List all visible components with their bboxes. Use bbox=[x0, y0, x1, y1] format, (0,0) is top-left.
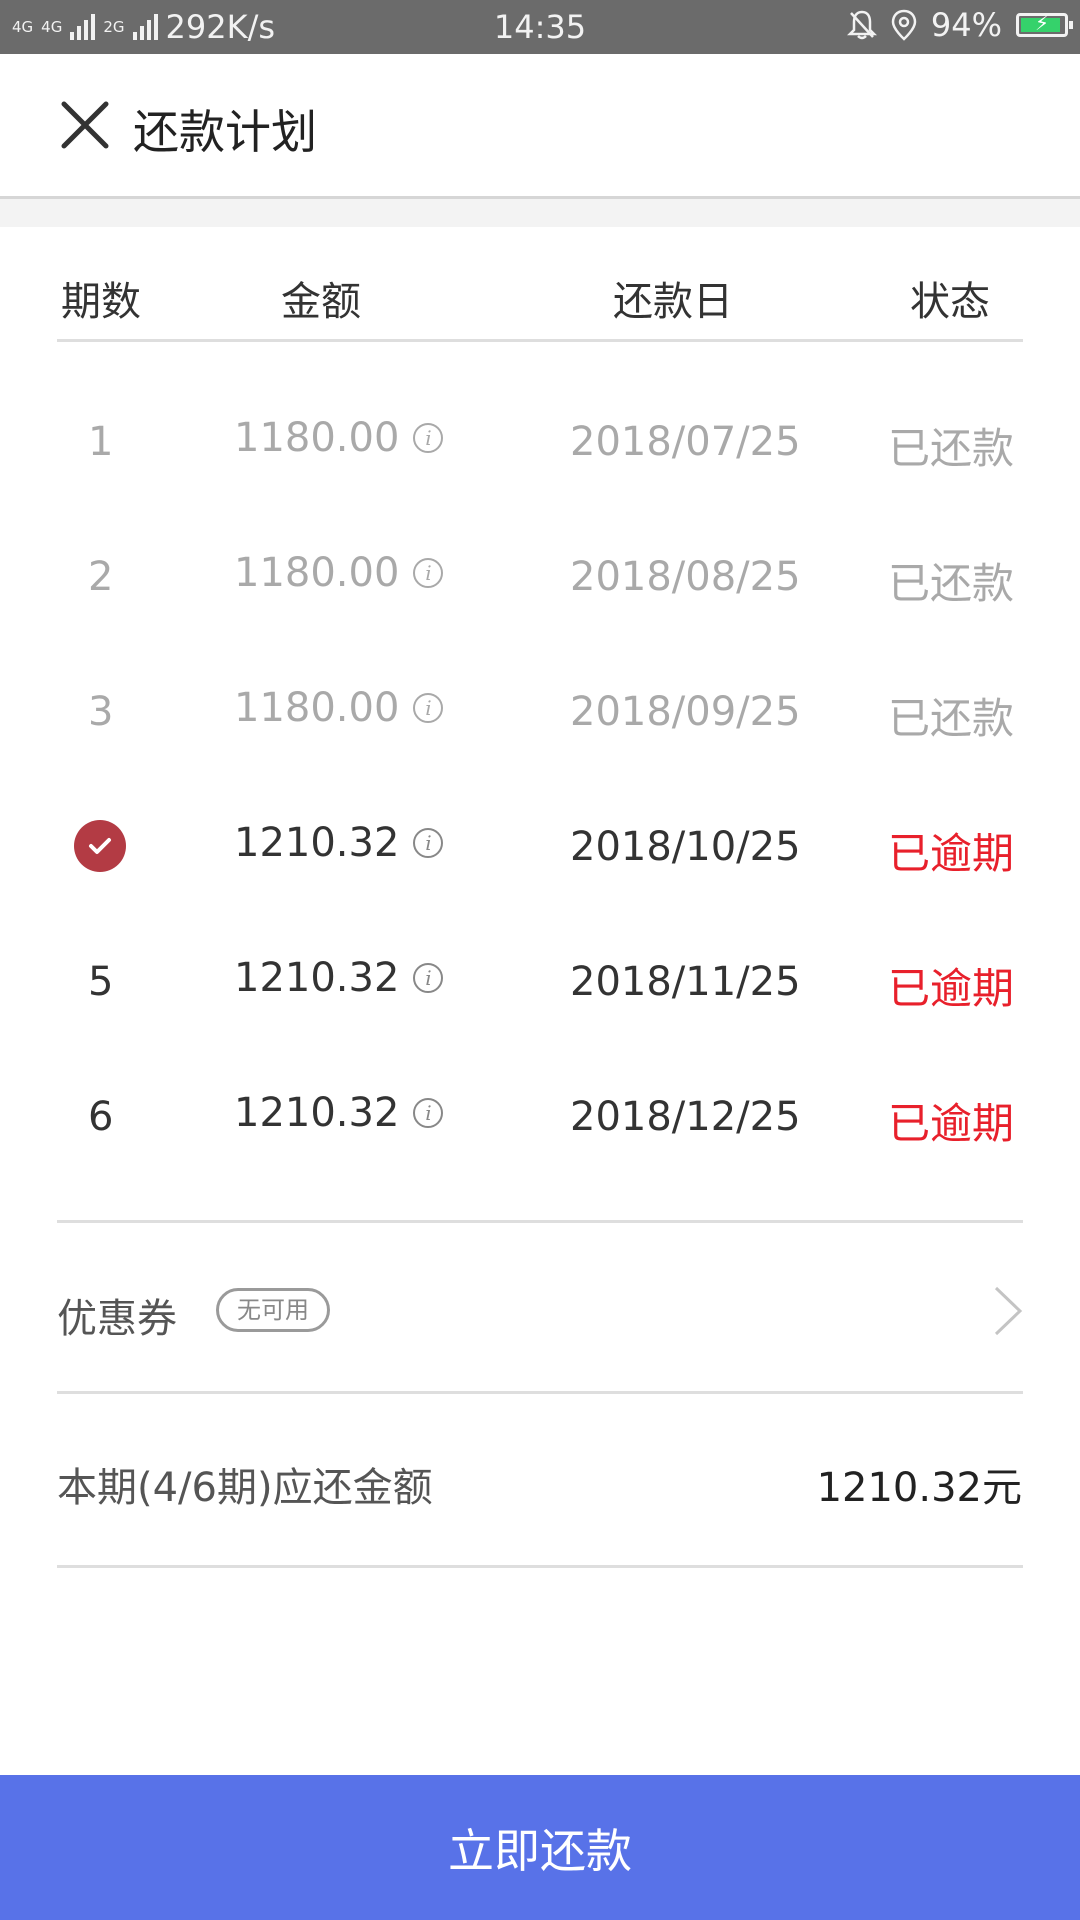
chevron-right-icon[interactable] bbox=[990, 1284, 1026, 1338]
row-period: 3 bbox=[88, 689, 114, 735]
row-amount: 1180.00 i bbox=[234, 685, 444, 731]
due-amount-value: 1210.32元 bbox=[816, 1465, 1022, 1511]
pay-now-button[interactable]: 立即还款 bbox=[0, 1775, 1080, 1920]
row-amount: 1180.00 i bbox=[234, 415, 444, 461]
section-gap bbox=[0, 199, 1080, 227]
coupon-status-badge: 无可用 bbox=[216, 1288, 330, 1332]
coupon-label: 优惠券 bbox=[57, 1296, 177, 1342]
row-period: 5 bbox=[88, 959, 114, 1005]
status-bar: 4G 4G 2G 292K/s 14:35 94% ⚡ bbox=[0, 0, 1080, 54]
status-icons: 94% ⚡ bbox=[846, 6, 1073, 44]
row-amount: 1210.32 i bbox=[234, 1090, 444, 1136]
row-status: 已还款 bbox=[888, 559, 1015, 608]
row-date: 2018/10/25 bbox=[570, 824, 801, 870]
table-row[interactable]: 6 1210.32 i 2018/12/25 已逾期 bbox=[0, 1050, 1080, 1185]
table-row[interactable]: 5 1210.32 i 2018/11/25 已逾期 bbox=[0, 915, 1080, 1050]
close-icon[interactable] bbox=[58, 98, 112, 152]
row-amount: 1180.00 i bbox=[234, 550, 444, 596]
row-amount: 1210.32 i bbox=[234, 820, 444, 866]
divider bbox=[57, 1391, 1023, 1394]
column-header-period: 期数 bbox=[61, 279, 141, 325]
column-header-status: 状态 bbox=[910, 279, 990, 325]
row-date: 2018/08/25 bbox=[570, 554, 801, 600]
due-amount-label: 本期(4/6期)应还金额 bbox=[57, 1465, 433, 1511]
row-period: 2 bbox=[88, 554, 114, 600]
row-status: 已逾期 bbox=[888, 964, 1015, 1013]
row-period: 1 bbox=[88, 419, 114, 465]
row-period: 6 bbox=[88, 1094, 114, 1140]
row-amount: 1210.32 i bbox=[234, 955, 444, 1001]
table-row[interactable]: 2 1180.00 i 2018/08/25 已还款 bbox=[0, 510, 1080, 645]
column-header-date: 还款日 bbox=[613, 279, 733, 325]
divider bbox=[57, 1565, 1023, 1568]
row-status: 已还款 bbox=[888, 694, 1015, 743]
table-row[interactable]: 1 1180.00 i 2018/07/25 已还款 bbox=[0, 375, 1080, 510]
divider bbox=[57, 1220, 1023, 1223]
battery-percent: 94% bbox=[930, 6, 1002, 44]
row-status: 已还款 bbox=[888, 424, 1015, 473]
app-header: 还款计划 bbox=[0, 54, 1080, 199]
row-date: 2018/09/25 bbox=[570, 689, 801, 735]
column-header-amount: 金额 bbox=[281, 279, 361, 325]
info-icon[interactable]: i bbox=[413, 1098, 444, 1128]
row-date: 2018/11/25 bbox=[570, 959, 801, 1005]
table-row-selected[interactable]: 1210.32 i 2018/10/25 已逾期 bbox=[0, 780, 1080, 915]
location-icon bbox=[891, 9, 917, 41]
row-date: 2018/07/25 bbox=[570, 419, 801, 465]
table-header: 期数 金额 还款日 状态 bbox=[57, 227, 1023, 342]
info-icon[interactable]: i bbox=[413, 828, 444, 858]
row-date: 2018/12/25 bbox=[570, 1094, 801, 1140]
battery-charging-icon: ⚡ bbox=[1016, 11, 1073, 37]
mute-icon bbox=[846, 10, 877, 40]
checkmark-icon[interactable] bbox=[74, 820, 126, 872]
info-icon[interactable]: i bbox=[413, 963, 444, 993]
info-icon[interactable]: i bbox=[413, 558, 444, 588]
page-title: 还款计划 bbox=[133, 105, 317, 159]
info-icon[interactable]: i bbox=[413, 693, 444, 723]
table-row[interactable]: 3 1180.00 i 2018/09/25 已还款 bbox=[0, 645, 1080, 780]
row-status: 已逾期 bbox=[888, 1099, 1015, 1148]
info-icon[interactable]: i bbox=[413, 423, 444, 453]
row-status: 已逾期 bbox=[888, 829, 1015, 878]
